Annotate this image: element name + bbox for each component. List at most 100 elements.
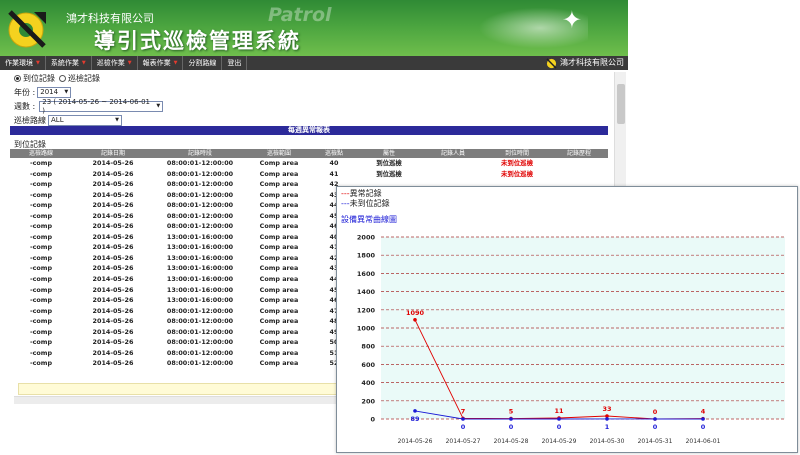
data-label: 0 <box>557 423 562 431</box>
week-select[interactable]: 23 ( 2014-05-26 ~ 2014-06-01 ) ▼ <box>39 98 164 115</box>
column-header[interactable]: 記錄日期 <box>72 149 154 158</box>
x-tick-label: 2014-05-31 <box>638 438 673 445</box>
table-row[interactable]: -comp 2014-05-26 08:00:01-12:00:00 Comp are… <box>10 169 608 180</box>
column-header[interactable]: 到位時間 <box>484 149 550 158</box>
y-tick-label: 1200 <box>357 306 376 314</box>
legend-label: 異常記錄 <box>349 189 382 198</box>
menu-item-system[interactable]: 系統作業 ▼ <box>46 56 92 70</box>
y-tick-label: 400 <box>361 379 375 387</box>
column-header[interactable]: 記錄時段 <box>154 149 246 158</box>
legend-item-missing: ---未到位記錄 <box>341 199 390 208</box>
menu-item-split-route[interactable]: 分割路線 <box>183 56 223 70</box>
table-cell: 40 <box>329 159 339 167</box>
route-select[interactable]: ALL ▼ <box>48 115 122 126</box>
route-label: 巡檢路線 <box>14 116 46 125</box>
data-label: 0 <box>701 423 706 431</box>
menu-item-label: 分割路線 <box>188 59 217 67</box>
table-cell: 13:00:01-16:00:00 <box>166 253 234 262</box>
table-cell: 2014-05-26 <box>92 264 134 273</box>
year-select[interactable]: 2014 ▼ <box>37 87 72 98</box>
column-header[interactable]: 巡檢範圍 <box>246 149 312 158</box>
radio-inspect[interactable] <box>59 75 66 82</box>
table-cell: 到位巡檢 <box>376 169 402 178</box>
table-cell: Comp area <box>259 264 299 273</box>
table-cell: 2014-05-26 <box>92 243 134 252</box>
table-row[interactable]: -comp 2014-05-26 08:00:01-12:00:00 Comp are… <box>10 158 608 169</box>
column-header[interactable]: 記錄歷程 <box>550 149 608 158</box>
table-cell: 到位巡檢 <box>376 159 402 167</box>
chart-legend: ---異常記錄 ---未到位記錄 <box>341 189 390 209</box>
table-cell: 2014-05-26 <box>92 222 134 231</box>
chart-title: 設備異常曲線圖 <box>341 215 397 224</box>
data-label: 0 <box>653 408 658 416</box>
table-cell: Comp area <box>259 306 299 315</box>
line-chart: 0200400600800100012001400160018002000201… <box>357 234 785 445</box>
column-header[interactable]: 巡檢路線 <box>10 149 72 158</box>
table-cell: 2014-05-26 <box>92 169 134 178</box>
data-label: 33 <box>602 405 611 413</box>
x-tick-label: 2014-05-30 <box>590 438 625 445</box>
column-header[interactable]: 巡檢點 <box>312 149 356 158</box>
table-cell: 08:00:01-12:00:00 <box>166 338 234 347</box>
y-tick-label: 1000 <box>357 325 376 333</box>
table-cell <box>422 169 484 180</box>
table-cell: 未到位巡檢 <box>501 159 533 167</box>
data-label: 11 <box>554 407 564 415</box>
menu-item-reports[interactable]: 報表作業 ▼ <box>138 56 184 70</box>
data-point <box>701 417 705 421</box>
data-label: 4 <box>701 408 706 416</box>
table-cell: 13:00:01-16:00:00 <box>166 232 234 241</box>
header-watermark: Patrol <box>268 4 332 26</box>
dropdown-arrow-icon: ▼ <box>36 60 40 66</box>
data-label: 0 <box>653 423 658 431</box>
table-cell: Comp area <box>259 327 299 336</box>
data-point <box>461 417 465 421</box>
x-tick-label: 2014-05-26 <box>398 438 433 445</box>
table-cell: Comp area <box>259 159 299 167</box>
table-cell: 08:00:01-12:00:00 <box>166 190 234 199</box>
column-header[interactable]: 記錄人員 <box>422 149 484 158</box>
table-cell: Comp area <box>259 338 299 347</box>
table-cell: Comp area <box>259 169 299 178</box>
menu-item-environment[interactable]: 作業環境 ▼ <box>0 56 46 70</box>
data-point <box>413 318 417 322</box>
table-cell: Comp area <box>259 211 299 220</box>
legend-label: 未到位記錄 <box>349 199 390 208</box>
table-cell: 2014-05-26 <box>92 359 134 368</box>
menu-item-label: 報表作業 <box>142 59 171 67</box>
table-cell <box>550 158 608 169</box>
table-cell: 08:00:01-12:00:00 <box>166 169 234 178</box>
y-tick-label: 200 <box>361 397 375 405</box>
menu-item-logout[interactable]: 登出 <box>222 56 248 70</box>
y-tick-label: 1400 <box>357 288 376 296</box>
radio-inspect-label: 巡檢記錄 <box>68 74 100 83</box>
data-point <box>653 417 657 421</box>
table-cell: -comp <box>29 159 53 167</box>
week-label: 週數 : <box>14 102 36 111</box>
table-cell: -comp <box>29 201 53 210</box>
table-cell: Comp area <box>259 253 299 262</box>
y-tick-label: 1800 <box>357 252 376 260</box>
y-tick-label: 800 <box>361 343 375 351</box>
radio-arrived-label: 到位記錄 <box>23 74 55 83</box>
table-cell: -comp <box>29 296 53 305</box>
data-label: 89 <box>410 415 420 423</box>
table-cell: 2014-05-26 <box>92 338 134 347</box>
scrollbar-thumb[interactable] <box>617 84 625 124</box>
table-cell: Comp area <box>259 190 299 199</box>
table-cell: Comp area <box>259 317 299 326</box>
y-tick-label: 0 <box>370 416 375 424</box>
menu-item-label: 系統作業 <box>50 59 79 67</box>
table-cell: 2014-05-26 <box>92 201 134 210</box>
sparkle-icon: ✦ <box>561 6 582 34</box>
y-tick-label: 600 <box>361 361 375 369</box>
column-header[interactable]: 屬性 <box>356 149 422 158</box>
table-cell: Comp area <box>259 180 299 189</box>
year-select-value: 2014 <box>40 88 59 96</box>
radio-arrived[interactable] <box>14 75 21 82</box>
menu-item-inspection[interactable]: 巡檢作業 ▼ <box>92 56 138 70</box>
table-cell: -comp <box>29 180 53 189</box>
table-cell: -comp <box>29 338 53 347</box>
x-tick-label: 2014-05-29 <box>542 438 577 445</box>
table-cell: -comp <box>29 243 53 252</box>
